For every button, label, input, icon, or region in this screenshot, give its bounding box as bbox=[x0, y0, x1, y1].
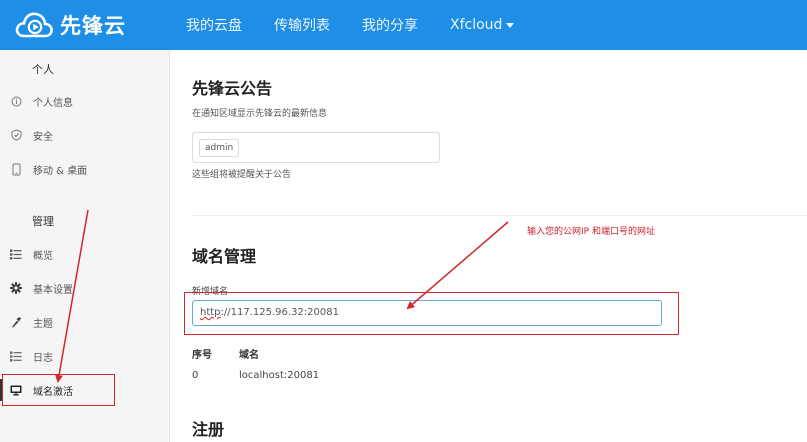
sidebar-item-label: 基本设置 bbox=[33, 281, 73, 296]
announcement-groups-input[interactable]: admin bbox=[192, 132, 440, 163]
section-divider bbox=[192, 215, 807, 216]
annotation-text: 输入您的公网IP 和端口号的网址 bbox=[527, 224, 655, 237]
sidebar-item-label: 概览 bbox=[33, 247, 53, 262]
mobile-icon bbox=[9, 162, 23, 176]
sidebar-heading-personal: 个人 bbox=[32, 61, 54, 77]
sidebar-item-label: 个人信息 bbox=[33, 94, 73, 109]
announcement-hint: 这些组将被提醒关于公告 bbox=[192, 167, 291, 180]
caret-down-icon bbox=[506, 23, 514, 28]
cloud-logo-icon bbox=[14, 10, 54, 40]
sidebar-item-mobile-desktop[interactable]: 移动 & 桌面 bbox=[0, 158, 168, 180]
sidebar-item-logs[interactable]: 日志 bbox=[0, 345, 168, 367]
top-nav: 我的云盘 传输列表 我的分享 Xfcloud bbox=[186, 15, 546, 35]
sidebar-item-overview[interactable]: 概览 bbox=[0, 243, 168, 265]
user-menu-label: Xfcloud bbox=[450, 17, 502, 33]
sidebar-item-label: 安全 bbox=[33, 128, 53, 143]
sidebar-item-security[interactable]: 安全 bbox=[0, 124, 168, 146]
column-header-index: 序号 bbox=[192, 346, 212, 361]
shield-icon bbox=[9, 128, 23, 142]
highlight-box-domain-activation bbox=[2, 374, 115, 406]
column-header-domain: 域名 bbox=[239, 346, 259, 361]
gear-icon bbox=[9, 281, 23, 295]
sidebar-item-label: 日志 bbox=[33, 349, 53, 364]
nav-user-menu[interactable]: Xfcloud bbox=[450, 17, 514, 33]
sidebar-item-personal-info[interactable]: 个人信息 bbox=[0, 90, 168, 112]
row-domain: localhost:20081 bbox=[239, 370, 319, 381]
nav-my-shares[interactable]: 我的分享 bbox=[362, 15, 418, 35]
group-chip[interactable]: admin bbox=[199, 139, 239, 157]
main-content: 先锋云公告 在通知区域显示先锋云的最新信息 admin 这些组将被提醒关于公告 … bbox=[170, 50, 807, 442]
log-icon bbox=[9, 349, 23, 363]
announcement-description: 在通知区域显示先锋云的最新信息 bbox=[192, 106, 327, 119]
nav-transfer-list[interactable]: 传输列表 bbox=[274, 15, 330, 35]
info-icon bbox=[9, 94, 23, 108]
logo-text: 先锋云 bbox=[60, 10, 126, 40]
list-icon bbox=[9, 247, 23, 261]
announcement-title: 先锋云公告 bbox=[192, 75, 272, 99]
highlight-box-domain-input bbox=[184, 292, 679, 335]
logo[interactable]: 先锋云 bbox=[14, 10, 174, 40]
domain-title: 域名管理 bbox=[192, 243, 256, 267]
register-title: 注册 bbox=[192, 416, 224, 440]
brush-icon bbox=[9, 315, 23, 329]
top-header: 先锋云 我的云盘 传输列表 我的分享 Xfcloud bbox=[0, 0, 807, 50]
nav-my-cloud[interactable]: 我的云盘 bbox=[186, 15, 242, 35]
sidebar-heading-admin: 管理 bbox=[32, 213, 54, 229]
sidebar-item-label: 移动 & 桌面 bbox=[33, 162, 87, 177]
sidebar-item-basic-settings[interactable]: 基本设置 bbox=[0, 277, 168, 299]
row-index: 0 bbox=[192, 370, 198, 381]
sidebar-item-theme[interactable]: 主题 bbox=[0, 311, 168, 333]
sidebar-item-label: 主题 bbox=[33, 315, 53, 330]
